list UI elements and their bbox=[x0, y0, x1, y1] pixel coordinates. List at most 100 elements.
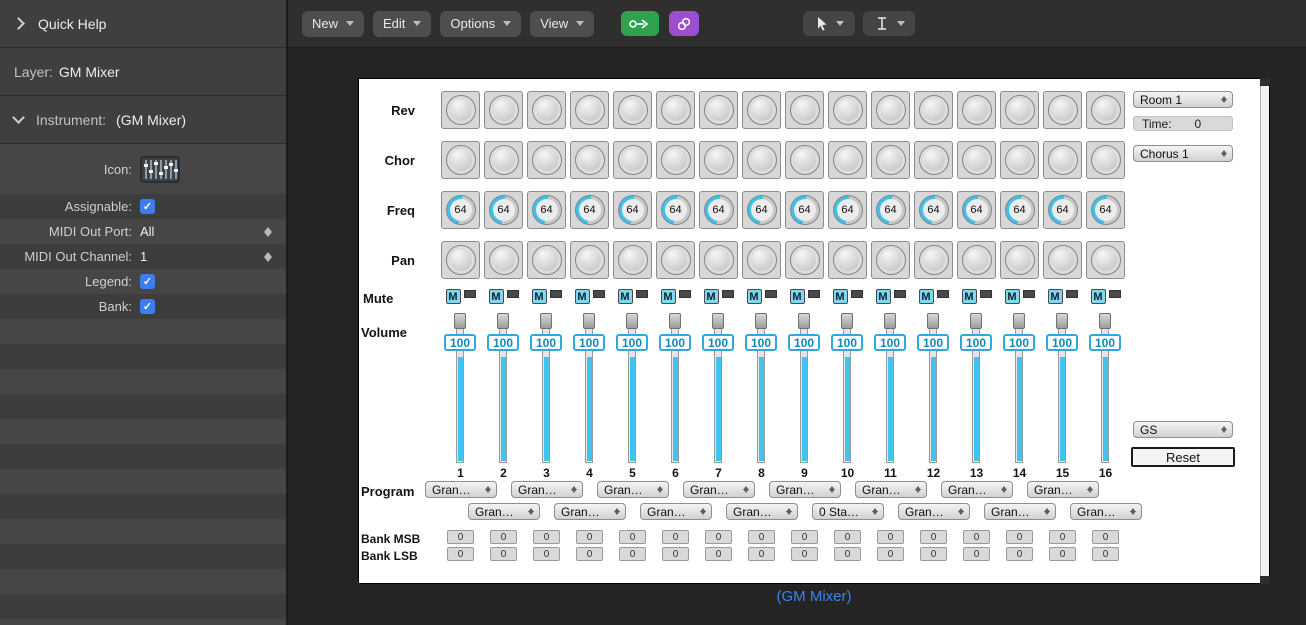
program-select[interactable]: Gran… bbox=[855, 481, 927, 498]
volume-fader[interactable]: 100 bbox=[912, 313, 955, 463]
rev-knob[interactable] bbox=[703, 95, 734, 125]
chorus-knob[interactable] bbox=[961, 145, 992, 175]
updown-arrows-icon[interactable] bbox=[262, 223, 274, 241]
rev-knob[interactable] bbox=[660, 95, 691, 125]
volume-fader[interactable]: 100 bbox=[869, 313, 912, 463]
pan-knob[interactable] bbox=[531, 245, 562, 275]
bank-msb-field[interactable]: 0 bbox=[748, 530, 775, 544]
volume-value[interactable]: 100 bbox=[831, 334, 863, 351]
volume-fader[interactable]: 100 bbox=[482, 313, 525, 463]
volume-value[interactable]: 100 bbox=[444, 334, 476, 351]
fader-thumb[interactable] bbox=[712, 313, 724, 329]
volume-value[interactable]: 100 bbox=[659, 334, 691, 351]
fader-thumb[interactable] bbox=[1013, 313, 1025, 329]
midi-out-channel-value[interactable]: 1 bbox=[140, 249, 147, 264]
link-toggle-button[interactable] bbox=[669, 11, 700, 36]
bank-msb-field[interactable]: 0 bbox=[791, 530, 818, 544]
program-select[interactable]: Gran… bbox=[597, 481, 669, 498]
bank-lsb-field[interactable]: 0 bbox=[619, 547, 646, 561]
program-select[interactable]: Gran… bbox=[984, 503, 1056, 520]
volume-value[interactable]: 100 bbox=[530, 334, 562, 351]
updown-arrows-icon[interactable] bbox=[262, 248, 274, 266]
freq-knob[interactable]: 64 bbox=[789, 195, 820, 225]
bank-msb-field[interactable]: 0 bbox=[662, 530, 689, 544]
reverb-time-field[interactable]: Time: 0 bbox=[1133, 116, 1233, 131]
volume-value[interactable]: 100 bbox=[1003, 334, 1035, 351]
fader-thumb[interactable] bbox=[540, 313, 552, 329]
fader-thumb[interactable] bbox=[583, 313, 595, 329]
bank-lsb-field[interactable]: 0 bbox=[576, 547, 603, 561]
freq-knob[interactable]: 64 bbox=[1047, 195, 1078, 225]
bank-msb-field[interactable]: 0 bbox=[920, 530, 947, 544]
volume-fader[interactable]: 100 bbox=[1041, 313, 1084, 463]
rev-knob[interactable] bbox=[531, 95, 562, 125]
volume-fader[interactable]: 100 bbox=[439, 313, 482, 463]
program-select[interactable]: Gran… bbox=[468, 503, 540, 520]
volume-value[interactable]: 100 bbox=[1089, 334, 1121, 351]
volume-fader[interactable]: 100 bbox=[998, 313, 1041, 463]
chorus-type-select[interactable]: Chorus 1 bbox=[1133, 145, 1233, 162]
volume-fader[interactable]: 100 bbox=[783, 313, 826, 463]
chorus-knob[interactable] bbox=[789, 145, 820, 175]
bank-msb-field[interactable]: 0 bbox=[834, 530, 861, 544]
chorus-knob[interactable] bbox=[445, 145, 476, 175]
bank-lsb-field[interactable]: 0 bbox=[963, 547, 990, 561]
program-select[interactable]: Gran… bbox=[683, 481, 755, 498]
mute-button[interactable]: M bbox=[1090, 289, 1106, 304]
bank-lsb-field[interactable]: 0 bbox=[1049, 547, 1076, 561]
edit-menu-button[interactable]: Edit bbox=[373, 10, 432, 37]
vertical-scrollbar[interactable] bbox=[1260, 78, 1270, 584]
bank-lsb-field[interactable]: 0 bbox=[791, 547, 818, 561]
volume-value[interactable]: 100 bbox=[573, 334, 605, 351]
rev-knob[interactable] bbox=[488, 95, 519, 125]
pan-knob[interactable] bbox=[1004, 245, 1035, 275]
bank-lsb-field[interactable]: 0 bbox=[834, 547, 861, 561]
bank-mode-select[interactable]: GS bbox=[1133, 421, 1233, 438]
program-select[interactable]: 0 Sta… bbox=[812, 503, 884, 520]
freq-knob[interactable]: 64 bbox=[961, 195, 992, 225]
volume-value[interactable]: 100 bbox=[874, 334, 906, 351]
mute-button[interactable]: M bbox=[875, 289, 891, 304]
bank-msb-field[interactable]: 0 bbox=[877, 530, 904, 544]
rev-knob[interactable] bbox=[445, 95, 476, 125]
pan-knob[interactable] bbox=[746, 245, 777, 275]
volume-value[interactable]: 100 bbox=[917, 334, 949, 351]
midi-out-port-value[interactable]: All bbox=[140, 224, 154, 239]
fader-thumb[interactable] bbox=[841, 313, 853, 329]
mute-button[interactable]: M bbox=[445, 289, 461, 304]
fader-thumb[interactable] bbox=[454, 313, 466, 329]
freq-knob[interactable]: 64 bbox=[875, 195, 906, 225]
pan-knob[interactable] bbox=[488, 245, 519, 275]
bank-lsb-field[interactable]: 0 bbox=[1006, 547, 1033, 561]
mute-button[interactable]: M bbox=[574, 289, 590, 304]
pan-knob[interactable] bbox=[789, 245, 820, 275]
bank-msb-field[interactable]: 0 bbox=[619, 530, 646, 544]
instrument-header[interactable]: Instrument: (GM Mixer) bbox=[0, 96, 286, 144]
rev-knob[interactable] bbox=[832, 95, 863, 125]
freq-knob[interactable]: 64 bbox=[746, 195, 777, 225]
bank-lsb-field[interactable]: 0 bbox=[748, 547, 775, 561]
text-tool-button[interactable] bbox=[863, 11, 916, 36]
bank-msb-field[interactable]: 0 bbox=[490, 530, 517, 544]
chorus-knob[interactable] bbox=[617, 145, 648, 175]
cable-toggle-button[interactable] bbox=[621, 11, 660, 36]
chorus-knob[interactable] bbox=[1047, 145, 1078, 175]
bank-lsb-field[interactable]: 0 bbox=[533, 547, 560, 561]
pan-knob[interactable] bbox=[918, 245, 949, 275]
bank-lsb-field[interactable]: 0 bbox=[447, 547, 474, 561]
volume-value[interactable]: 100 bbox=[702, 334, 734, 351]
volume-fader[interactable]: 100 bbox=[1084, 313, 1127, 463]
assignable-checkbox[interactable] bbox=[140, 199, 155, 214]
mute-button[interactable]: M bbox=[703, 289, 719, 304]
volume-fader[interactable]: 100 bbox=[955, 313, 998, 463]
freq-knob[interactable]: 64 bbox=[660, 195, 691, 225]
fader-thumb[interactable] bbox=[1099, 313, 1111, 329]
program-select[interactable]: Gran… bbox=[898, 503, 970, 520]
rev-knob[interactable] bbox=[746, 95, 777, 125]
program-select[interactable]: Gran… bbox=[554, 503, 626, 520]
chorus-knob[interactable] bbox=[488, 145, 519, 175]
mute-button[interactable]: M bbox=[1004, 289, 1020, 304]
pan-knob[interactable] bbox=[660, 245, 691, 275]
bank-msb-field[interactable]: 0 bbox=[1049, 530, 1076, 544]
rev-knob[interactable] bbox=[1047, 95, 1078, 125]
